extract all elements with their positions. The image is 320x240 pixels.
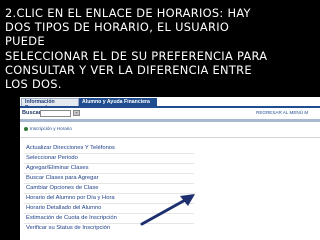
breadcrumb: Inscripción y Horario (20, 122, 320, 136)
search-go-button[interactable]: » (73, 110, 80, 116)
breadcrumb-link[interactable]: Inscripción y Horario (30, 125, 72, 133)
menu-item-change-options[interactable]: Cambiar Opciones de Clase (26, 184, 188, 193)
menu-item-add-drop-classes[interactable]: Agregar/Eliminar Clases (26, 164, 188, 173)
breadcrumb-icon (24, 127, 28, 131)
instruction-text: 2.CLIC EN EL ENLACE DE HORARIOS: HAY DOS… (5, 6, 317, 91)
return-to-menu-link[interactable]: REGRESAR AL MENÚ M (256, 110, 308, 116)
search-input[interactable] (40, 110, 71, 117)
search-label: Buscar (22, 110, 41, 116)
menu-item-schedule-by-day[interactable]: Horario del Alumno por Día y Hora (26, 194, 188, 203)
tab-personal-info[interactable]: Información Personal (21, 98, 79, 111)
divider (20, 137, 320, 138)
menu-item-select-term[interactable]: Seleccionar Periodo (26, 154, 188, 163)
menu-item-registration-status[interactable]: Verificar su Status de Inscripción (26, 224, 188, 233)
instruction-line-3: PUEDE (5, 34, 45, 49)
instruction-line-4: SELECCIONAR EL DE SU PREFERENCIA PARA (5, 48, 268, 63)
instruction-line-2: DOS TIPOS DE HORARIO, EL USUARIO (5, 20, 230, 35)
tab-bar: Información Personal Alumno y Ayuda Fina… (20, 97, 320, 111)
screenshot-panel: Información Personal Alumno y Ayuda Fina… (20, 97, 320, 240)
menu-item-fee-estimate[interactable]: Estimación de Cuota de Inscripción (26, 214, 188, 223)
menu-item-search-classes[interactable]: Buscar Clases para Agregar (26, 174, 188, 183)
instruction-line-5: CONSULTAR Y VER LA DIFERENCIA ENTRE (5, 62, 252, 77)
instruction-line-6: LOS DOS. (5, 77, 62, 92)
instruction-line-1: 2.CLIC EN EL ENLACE DE HORARIOS: HAY (5, 6, 251, 20)
search-row: Buscar » REGRESAR AL MENÚ M (20, 108, 320, 118)
tab-student-financial-aid[interactable]: Alumno y Ayuda Financiera (79, 98, 157, 106)
menu-list: Actualizar Direcciones Y Teléfonos Selec… (20, 142, 320, 240)
menu-item-detailed-schedule[interactable]: Horario Detallado del Alumno (26, 204, 188, 213)
menu-item-update-addresses[interactable]: Actualizar Direcciones Y Teléfonos (26, 144, 188, 153)
